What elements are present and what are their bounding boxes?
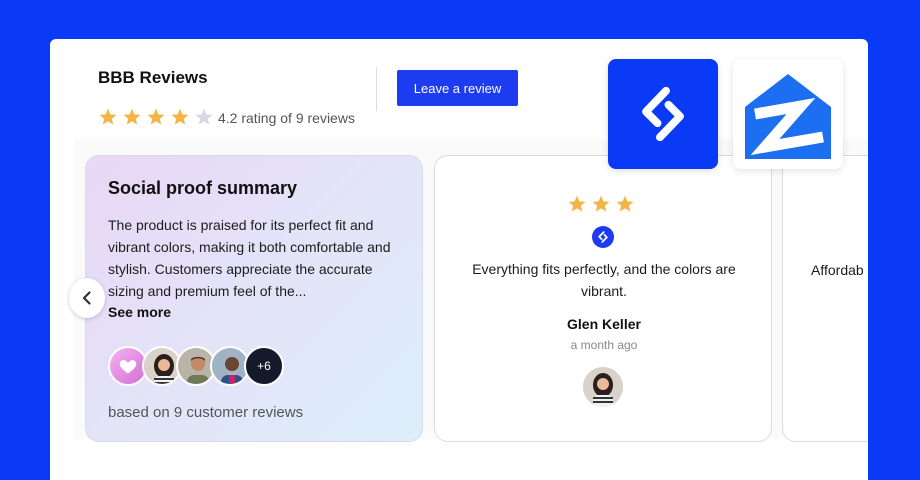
review-time: a month ago [570, 338, 638, 352]
star-icon [568, 195, 586, 212]
rating-summary: 4.2 rating of 9 reviews [218, 110, 355, 126]
social-proof-summary-card: Social proof summary The product is prai… [85, 155, 423, 442]
heart-icon [119, 360, 137, 374]
review-text: Affordab [811, 262, 864, 278]
leave-review-button[interactable]: Leave a review [397, 70, 518, 106]
see-more-link[interactable]: See more [108, 304, 171, 320]
reviewer-avatar [583, 367, 623, 407]
zillow-logo-tile [733, 59, 843, 169]
based-on-text: based on 9 customer reviews [108, 404, 304, 421]
star-icon [592, 195, 610, 212]
header-rating-stars [98, 107, 214, 127]
site-logo-icon [642, 86, 684, 142]
reviews-header: BBB Reviews 4.2 rating of 9 reviews Leav… [88, 53, 588, 135]
page-title: BBB Reviews [98, 68, 208, 87]
zillow-icon [745, 74, 831, 159]
review-rating-stars [567, 194, 635, 214]
star-empty-icon [195, 108, 213, 125]
more-reviewers-badge: +6 [244, 346, 284, 386]
star-icon [171, 108, 189, 125]
star-icon [123, 108, 141, 125]
review-card: Everything fits perfectly, and the color… [434, 155, 772, 442]
summary-text: The product is praised for its perfect f… [108, 217, 391, 299]
summary-title: Social proof summary [108, 178, 298, 198]
site-logo-icon [592, 226, 614, 248]
star-icon [147, 108, 165, 125]
reviewer-name: Glen Keller [567, 316, 641, 332]
site-logo-tile [608, 59, 718, 169]
review-text: Everything fits perfectly, and the color… [472, 261, 736, 299]
chevron-left-icon [82, 291, 91, 305]
star-icon [99, 108, 117, 125]
carousel-prev-button[interactable] [69, 278, 105, 318]
reviewer-avatars: +6 [108, 346, 284, 386]
review-card: Affordab [782, 155, 868, 442]
header-divider [376, 67, 377, 111]
star-icon [616, 195, 634, 212]
